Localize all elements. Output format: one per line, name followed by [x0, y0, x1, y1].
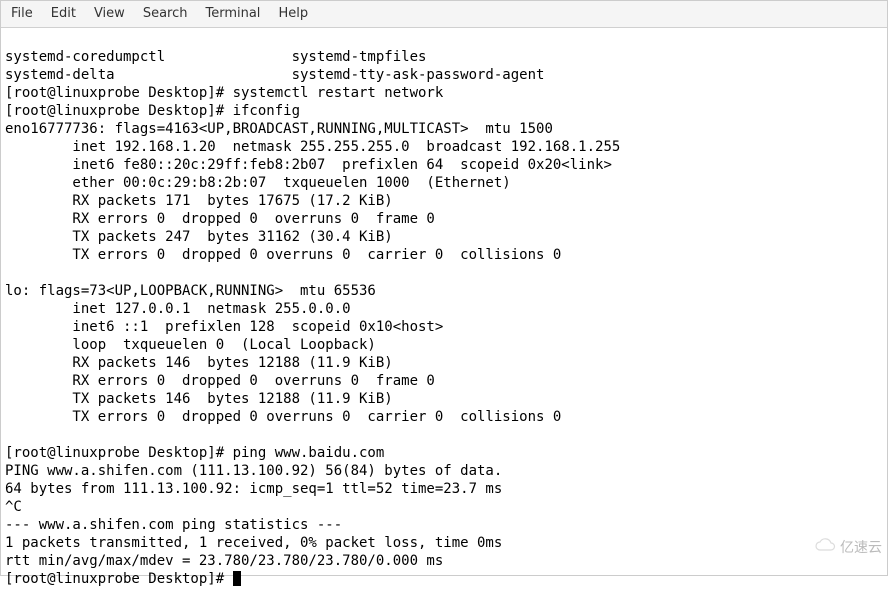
terminal-line: systemd-delta systemd-tty-ask-password-a… [5, 67, 544, 83]
menu-help[interactable]: Help [278, 5, 308, 23]
terminal-line: [root@linuxprobe Desktop]# ping www.baid… [5, 445, 384, 461]
terminal-output[interactable]: systemd-coredumpctl systemd-tmpfiles sys… [1, 28, 887, 590]
terminal-line: RX packets 146 bytes 12188 (11.9 KiB) [5, 355, 393, 371]
terminal-line: TX errors 0 dropped 0 overruns 0 carrier… [5, 247, 561, 263]
menu-view[interactable]: View [94, 5, 125, 23]
terminal-line: TX packets 146 bytes 12188 (11.9 KiB) [5, 391, 393, 407]
menu-edit[interactable]: Edit [51, 5, 76, 23]
terminal-line: loop txqueuelen 0 (Local Loopback) [5, 337, 376, 353]
terminal-line: 1 packets transmitted, 1 received, 0% pa… [5, 535, 502, 551]
terminal-line: TX packets 247 bytes 31162 (30.4 KiB) [5, 229, 393, 245]
terminal-line: TX errors 0 dropped 0 overruns 0 carrier… [5, 409, 561, 425]
terminal-line: RX packets 171 bytes 17675 (17.2 KiB) [5, 193, 393, 209]
cloud-icon [814, 538, 836, 556]
terminal-line: systemd-coredumpctl systemd-tmpfiles [5, 49, 426, 65]
menu-search[interactable]: Search [143, 5, 188, 23]
terminal-line: inet 127.0.0.1 netmask 255.0.0.0 [5, 301, 351, 317]
menu-terminal[interactable]: Terminal [205, 5, 260, 23]
terminal-line: inet 192.168.1.20 netmask 255.255.255.0 … [5, 139, 620, 155]
terminal-line: RX errors 0 dropped 0 overruns 0 frame 0 [5, 373, 435, 389]
watermark: 亿速云 [814, 538, 882, 556]
terminal-line: ether 00:0c:29:b8:2b:07 txqueuelen 1000 … [5, 175, 511, 191]
terminal-prompt: [root@linuxprobe Desktop]# [5, 571, 233, 587]
terminal-line: inet6 fe80::20c:29ff:feb8:2b07 prefixlen… [5, 157, 612, 173]
terminal-line: [root@linuxprobe Desktop]# systemctl res… [5, 85, 443, 101]
terminal-line: PING www.a.shifen.com (111.13.100.92) 56… [5, 463, 502, 479]
terminal-line: RX errors 0 dropped 0 overruns 0 frame 0 [5, 211, 435, 227]
terminal-line: eno16777736: flags=4163<UP,BROADCAST,RUN… [5, 121, 553, 137]
terminal-line: lo: flags=73<UP,LOOPBACK,RUNNING> mtu 65… [5, 283, 376, 299]
watermark-text: 亿速云 [840, 538, 882, 556]
terminal-line: --- www.a.shifen.com ping statistics --- [5, 517, 342, 533]
terminal-line: rtt min/avg/max/mdev = 23.780/23.780/23.… [5, 553, 443, 569]
menu-file[interactable]: File [11, 5, 33, 23]
menubar: File Edit View Search Terminal Help [1, 1, 887, 28]
terminal-line: ^C [5, 499, 22, 515]
terminal-line: inet6 ::1 prefixlen 128 scopeid 0x10<hos… [5, 319, 443, 335]
terminal-cursor[interactable] [233, 571, 241, 586]
terminal-line: 64 bytes from 111.13.100.92: icmp_seq=1 … [5, 481, 502, 497]
terminal-line: [root@linuxprobe Desktop]# ifconfig [5, 103, 300, 119]
